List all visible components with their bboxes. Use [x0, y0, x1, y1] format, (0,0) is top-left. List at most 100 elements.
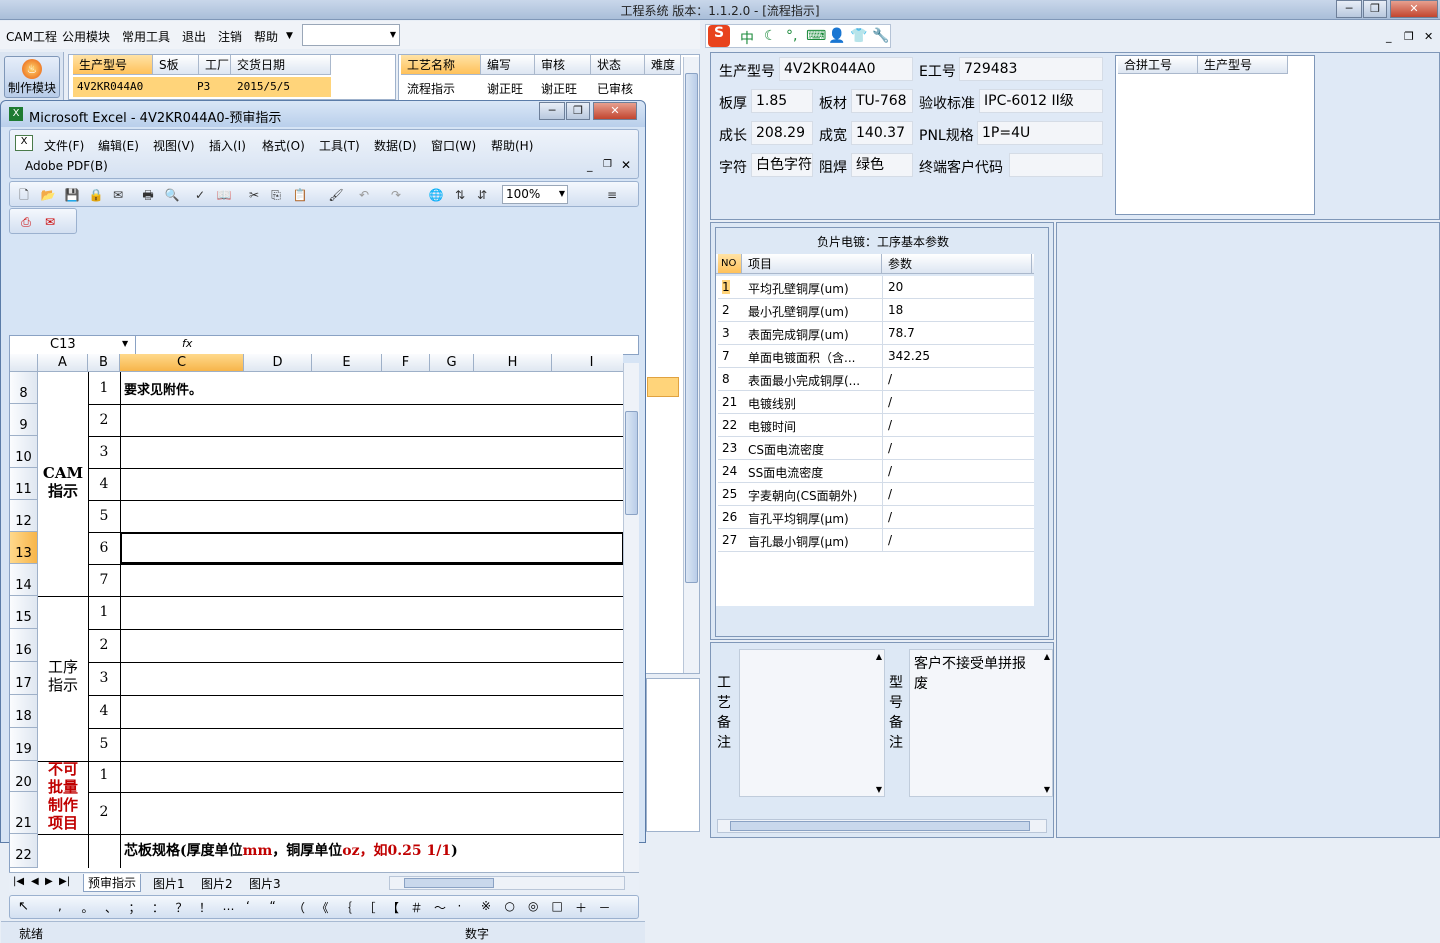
param-row[interactable]: 26 盲孔平均铜厚(μm) / [718, 506, 1034, 529]
worksheet[interactable]: A B C D E F G H I 8 9 10 11 12 13 14 15 … [9, 354, 623, 872]
mdi-minimize-icon[interactable]: _ [1386, 30, 1392, 43]
col-process-name[interactable]: 工艺名称 [401, 55, 481, 75]
selected-row-fragment[interactable] [647, 377, 679, 397]
tab-last-icon[interactable]: ▶| [59, 876, 70, 887]
xl-menu-help[interactable]: 帮助(H) [491, 137, 533, 154]
xl-menu-file[interactable]: 文件(F) [44, 137, 84, 154]
col-no[interactable]: NO [718, 254, 742, 274]
col-difficulty[interactable]: 难度 [645, 55, 681, 75]
sheet-horizontal-scrollbar[interactable] [389, 876, 625, 890]
close-icon[interactable]: ✕ [1390, 0, 1438, 18]
symbol-button[interactable]: ； [129, 899, 141, 916]
col-header-b[interactable]: B [88, 354, 120, 372]
chevron-down-icon[interactable]: ▼ [559, 189, 565, 198]
top-dropdown[interactable]: ▼ [302, 24, 400, 46]
col-param[interactable]: 参数 [882, 254, 1032, 274]
xl-menu-insert[interactable]: 插入(I) [209, 137, 246, 154]
mdi-close-icon[interactable]: ✕ [1424, 30, 1433, 43]
paste-icon[interactable]: 📋 [292, 187, 308, 203]
symbol-button[interactable]: ○ [505, 899, 515, 913]
length-field[interactable]: 208.29 [751, 121, 813, 145]
col-factory[interactable]: 工厂 [199, 55, 231, 75]
row-header[interactable]: 17 [10, 662, 38, 695]
cell-b9[interactable]: 2 [90, 412, 118, 428]
param-row[interactable]: 3 表面完成铜厚(um) 78.7 [718, 322, 1034, 345]
cut-icon[interactable]: ✂ [246, 187, 262, 203]
tab-first-icon[interactable]: |◀ [13, 876, 24, 887]
formula-input[interactable] [198, 336, 638, 354]
symbol-button[interactable]: ！ [199, 899, 211, 916]
row-header[interactable]: 21 [10, 792, 38, 834]
model-note-textarea[interactable]: 客户不接受单拼报废 ▲ ▼ [909, 649, 1053, 797]
row-header[interactable]: 19 [10, 728, 38, 761]
symbol-button[interactable]: ？ [176, 899, 188, 916]
spelling-icon[interactable]: ✓ [192, 187, 208, 203]
col-author[interactable]: 编写 [481, 55, 535, 75]
xl-menu-adobe-pdf[interactable]: Adobe PDF(B) [25, 159, 108, 173]
cell-b21[interactable]: 2 [90, 804, 118, 820]
symbol-button[interactable]: ［ [364, 899, 376, 916]
menu-cam[interactable]: CAM工程 [6, 28, 57, 45]
symbol-button[interactable]: · [458, 899, 462, 913]
xl-menu-view[interactable]: 视图(V) [153, 137, 195, 154]
select-all[interactable] [10, 354, 38, 372]
row-header[interactable]: 9 [10, 404, 38, 436]
xl-menu-edit[interactable]: 编辑(E) [98, 137, 139, 154]
tab-sheet-pic1[interactable]: 图片1 [153, 875, 185, 892]
wrench-icon[interactable]: 🔧 [872, 28, 889, 44]
redo-icon[interactable]: ↷ [388, 187, 404, 203]
pdf-email-icon[interactable]: ✉ [42, 214, 58, 230]
symbol-button[interactable]: ＋ [575, 899, 587, 916]
doc-restore-icon[interactable]: ❐ [603, 159, 612, 170]
sort-ascending-icon[interactable]: ⇅ [452, 187, 468, 203]
row-header[interactable]: 20 [10, 761, 38, 792]
row-header[interactable]: 11 [10, 468, 38, 500]
print-preview-icon[interactable]: 🔍 [164, 187, 180, 203]
symbol-button[interactable]: ： [152, 899, 164, 916]
excel-close-icon[interactable]: ✕ [593, 102, 637, 120]
process-grid-scrollbar[interactable] [683, 57, 699, 673]
symbol-button[interactable]: … [223, 899, 235, 913]
shirt-icon[interactable]: 👕 [850, 28, 867, 44]
undo-icon[interactable]: ↶ [356, 187, 372, 203]
param-row[interactable]: 23 CS面电流密度 / [718, 437, 1034, 460]
cell-b20[interactable]: 1 [90, 767, 118, 783]
col-reviewer[interactable]: 审核 [535, 55, 591, 75]
print-icon[interactable]: 🖶 [140, 187, 156, 203]
keyboard-icon[interactable]: ⌨ [806, 28, 826, 44]
col-header-d[interactable]: D [244, 354, 312, 372]
param-row[interactable]: 8 表面最小完成铜厚(... / [718, 368, 1034, 391]
xl-menu-window[interactable]: 窗口(W) [431, 137, 476, 154]
row-header[interactable]: 10 [10, 436, 38, 468]
width-field[interactable]: 140.37 [851, 121, 913, 145]
tab-sheet-precheck[interactable]: 预审指示 [83, 874, 142, 892]
moon-icon[interactable]: ☾ [764, 28, 777, 44]
fx-icon[interactable]: fx [182, 337, 192, 350]
tab-prev-icon[interactable]: ◀ [31, 876, 39, 887]
open-icon[interactable]: 📂 [40, 187, 56, 203]
research-icon[interactable]: 📖 [216, 187, 232, 203]
cell-b10[interactable]: 3 [90, 444, 118, 460]
symbol-button[interactable]: ◎ [528, 899, 538, 913]
name-box[interactable]: C13 ▼ [10, 336, 136, 354]
material-field[interactable]: TU-768 [851, 89, 913, 113]
row-header[interactable]: 18 [10, 695, 38, 728]
param-row[interactable]: 22 电镀时间 / [718, 414, 1034, 437]
cell-b18[interactable]: 4 [90, 703, 118, 719]
standard-field[interactable]: IPC-6012 II级 [979, 89, 1103, 113]
param-row[interactable]: 21 电镀线别 / [718, 391, 1034, 414]
col-status[interactable]: 状态 [591, 55, 645, 75]
active-cell[interactable] [120, 532, 623, 564]
chevron-down-icon[interactable]: ▼ [390, 30, 396, 39]
symbol-button[interactable]: ※ [481, 899, 491, 913]
xl-menu-tools[interactable]: 工具(T) [319, 137, 360, 154]
param-row[interactable]: 7 单面电镀面积（含... 342.25 [718, 345, 1034, 368]
col-header-i[interactable]: I [552, 354, 623, 372]
menu-exit[interactable]: 退出 [182, 28, 206, 45]
col-merge-model[interactable]: 生产型号 [1198, 56, 1288, 74]
process-note-textarea[interactable]: ▲ ▼ [739, 649, 885, 797]
symbol-button[interactable]: 。 [82, 899, 94, 916]
cell-b13[interactable]: 6 [90, 540, 118, 556]
email-icon[interactable]: ✉ [110, 187, 126, 203]
cell-b8[interactable]: 1 [90, 380, 118, 396]
